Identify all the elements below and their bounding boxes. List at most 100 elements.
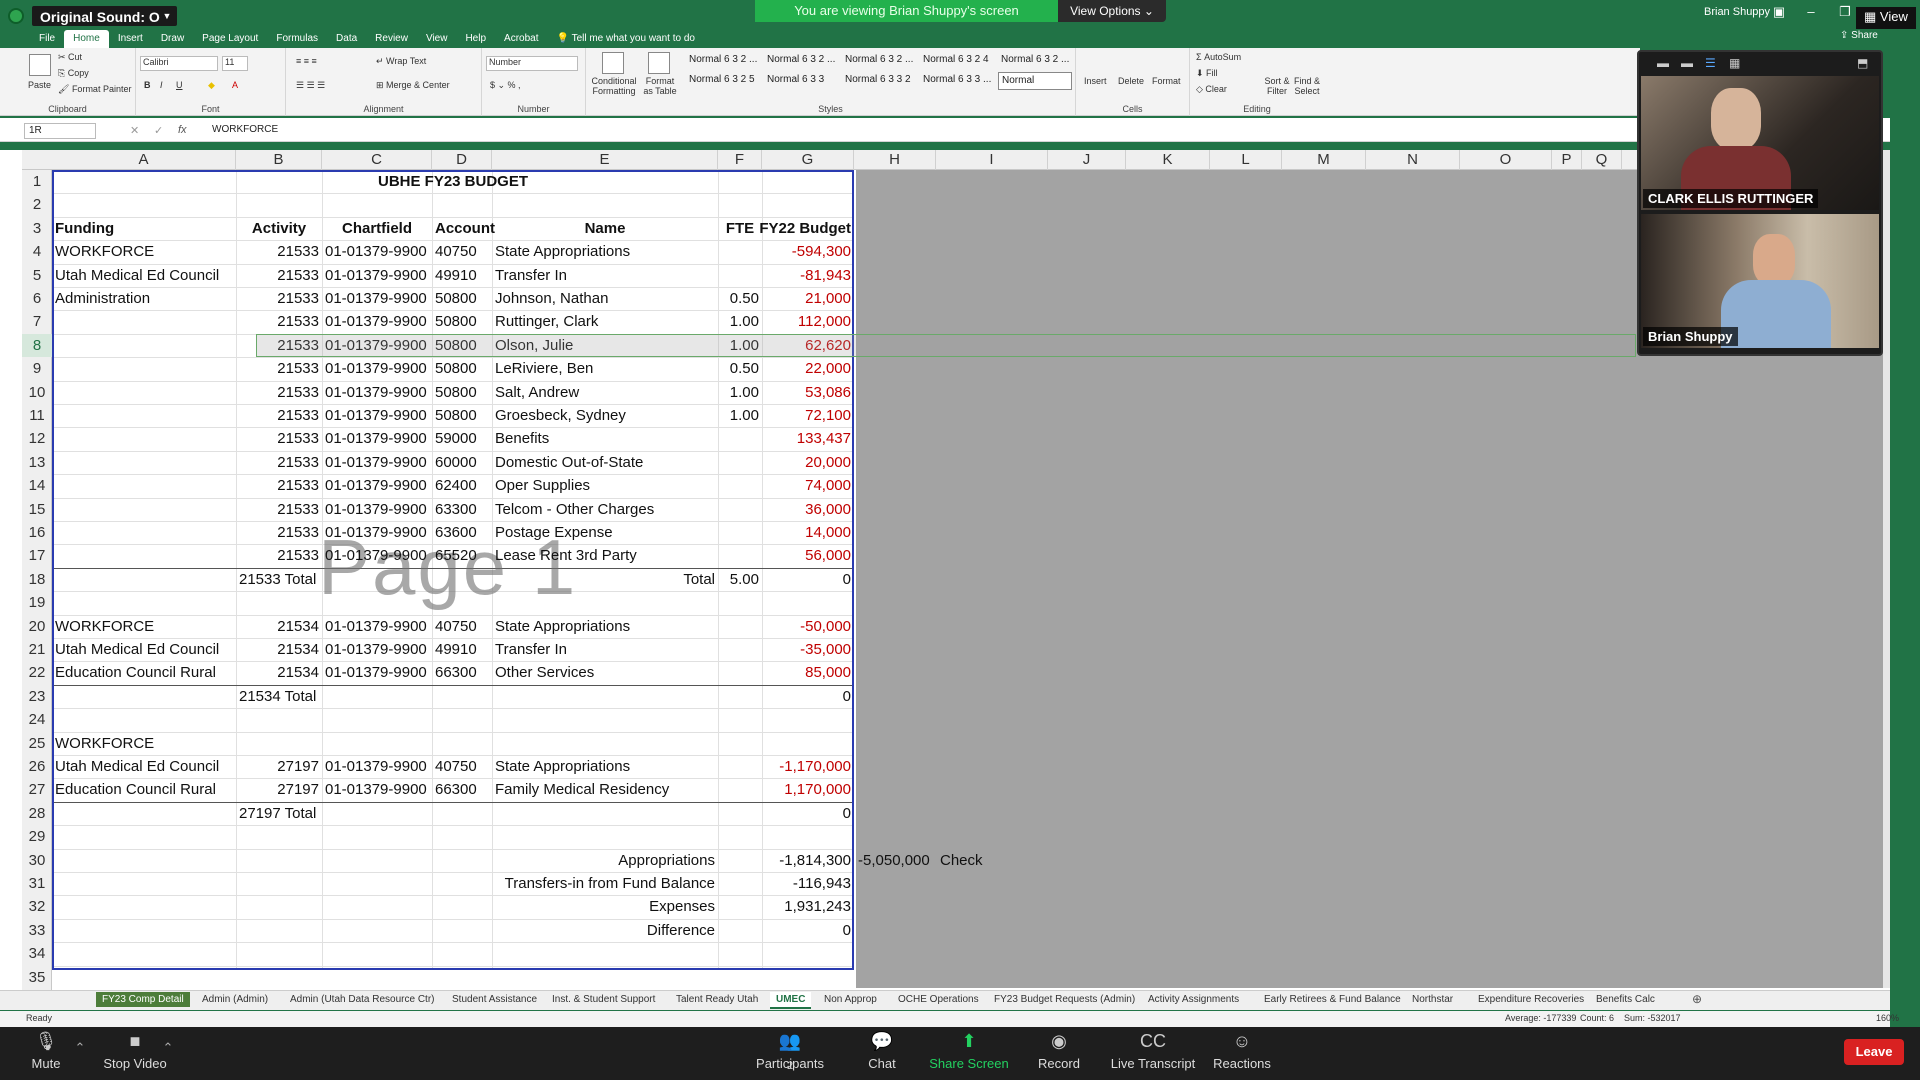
cell[interactable]: 01-01379-9900 xyxy=(325,521,429,544)
cell[interactable] xyxy=(721,521,759,544)
cell[interactable]: 01-01379-9900 xyxy=(325,638,429,661)
name-box[interactable]: 1R xyxy=(24,123,96,139)
cell[interactable]: 21533 xyxy=(239,357,319,380)
check-label[interactable] xyxy=(940,919,1000,942)
row-header[interactable]: 2 xyxy=(22,193,52,216)
cell[interactable]: 14,000 xyxy=(765,521,851,544)
sheet-tab[interactable]: Student Assistance xyxy=(446,992,543,1007)
cell[interactable]: 1.00 xyxy=(721,310,759,333)
cell[interactable] xyxy=(55,498,233,521)
column-header[interactable]: Q xyxy=(1582,150,1622,170)
row-header[interactable]: 26 xyxy=(22,755,52,778)
cell[interactable]: WORKFORCE xyxy=(55,732,233,755)
view-options-button[interactable]: View Options ⌄ xyxy=(1058,0,1166,22)
cell[interactable]: 01-01379-9900 xyxy=(325,310,429,333)
sheet-tab[interactable]: OCHE Operations xyxy=(892,992,985,1007)
tab-insert[interactable]: Insert xyxy=(109,30,152,48)
chevron-down-icon[interactable]: ▼ xyxy=(160,6,174,26)
row-header[interactable]: 24 xyxy=(22,708,52,731)
cell[interactable]: 21534 xyxy=(239,661,319,684)
cell[interactable]: 59000 xyxy=(435,427,489,450)
check-label[interactable] xyxy=(940,872,1000,895)
autosum-button[interactable]: Σ AutoSum xyxy=(1196,52,1241,62)
cell[interactable]: Utah Medical Ed Council xyxy=(55,264,233,287)
cell[interactable]: 40750 xyxy=(435,615,489,638)
row-header[interactable]: 22 xyxy=(22,661,52,684)
cell[interactable]: Salt, Andrew xyxy=(495,381,715,404)
cell[interactable] xyxy=(495,802,715,825)
cell[interactable]: 63600 xyxy=(435,521,489,544)
style-cell[interactable]: Normal 6 3 2 ... xyxy=(842,52,916,70)
cell[interactable]: 21533 xyxy=(239,521,319,544)
cell[interactable]: 63300 xyxy=(435,498,489,521)
cell[interactable] xyxy=(721,778,759,801)
tab-home[interactable]: Home xyxy=(64,30,109,48)
cell[interactable]: 21,000 xyxy=(765,287,851,310)
cell[interactable] xyxy=(721,661,759,684)
row-header[interactable]: 31 xyxy=(22,872,52,895)
audio-options-chevron-icon[interactable]: ⌃ xyxy=(72,1040,88,1056)
cell[interactable]: 21533 xyxy=(239,498,319,521)
column-header[interactable]: H xyxy=(854,150,936,170)
sheet-tab[interactable]: Benefits Calc xyxy=(1590,992,1661,1007)
cell[interactable]: 62400 xyxy=(435,474,489,497)
tab-formulas[interactable]: Formulas xyxy=(267,30,327,48)
record-button[interactable]: ◉ Record xyxy=(1036,1030,1082,1071)
column-header[interactable]: O xyxy=(1460,150,1552,170)
column-header[interactable]: P xyxy=(1552,150,1582,170)
cell[interactable]: 66300 xyxy=(435,778,489,801)
clear-button[interactable]: ◇ Clear xyxy=(1196,84,1227,95)
row-header[interactable]: 15 xyxy=(22,498,52,521)
tab-file[interactable]: File xyxy=(30,30,64,48)
cell[interactable]: WORKFORCE xyxy=(55,615,233,638)
bold-button[interactable]: B xyxy=(144,80,151,90)
cell[interactable]: State Appropriations xyxy=(495,615,715,638)
column-header[interactable]: K xyxy=(1126,150,1210,170)
cell[interactable] xyxy=(55,404,233,427)
row-header[interactable]: 6 xyxy=(22,287,52,310)
cell[interactable]: 01-01379-9900 xyxy=(325,240,429,263)
fill-color-icon[interactable]: ◆ xyxy=(208,80,215,91)
style-cell[interactable]: Normal 6 3 3 ... xyxy=(920,72,994,90)
cell[interactable]: 01-01379-9900 xyxy=(325,544,429,567)
formula-input[interactable]: WORKFORCE xyxy=(212,124,278,135)
participant-video[interactable]: CLARK ELLIS RUTTINGER xyxy=(1641,76,1879,210)
row-header[interactable]: 4 xyxy=(22,240,52,263)
format-cells-button[interactable]: Format xyxy=(1152,76,1181,86)
vertical-scrollbar[interactable] xyxy=(1883,150,1890,988)
cell[interactable]: 40750 xyxy=(435,755,489,778)
cell[interactable]: 60000 xyxy=(435,451,489,474)
delete-cells-button[interactable]: Delete xyxy=(1118,76,1144,86)
cell[interactable] xyxy=(721,544,759,567)
style-cell[interactable]: Normal 6 3 2 4 xyxy=(920,52,994,70)
cell[interactable] xyxy=(721,638,759,661)
cell[interactable]: 50800 xyxy=(435,404,489,427)
conditional-formatting-button[interactable]: Conditional Formatting xyxy=(588,76,640,96)
cell[interactable]: -1,814,300 xyxy=(765,849,851,872)
cell[interactable] xyxy=(55,427,233,450)
cell[interactable]: Administration xyxy=(55,287,233,310)
row-header[interactable]: 5 xyxy=(22,264,52,287)
row-header[interactable]: 3 xyxy=(22,217,52,240)
cell[interactable] xyxy=(721,474,759,497)
gallery-view-icon[interactable]: ▦ xyxy=(1729,56,1740,76)
cell[interactable]: 1,931,243 xyxy=(765,895,851,918)
column-header[interactable]: J xyxy=(1048,150,1126,170)
cell[interactable]: Funding xyxy=(55,217,233,240)
zoom-view-button[interactable]: ▦ View xyxy=(1856,7,1916,29)
cell[interactable]: Account xyxy=(435,217,495,240)
align-top-icon[interactable]: ≡ ≡ ≡ xyxy=(296,56,317,66)
cell[interactable]: 20,000 xyxy=(765,451,851,474)
row-header[interactable]: 25 xyxy=(22,732,52,755)
cell[interactable]: LeRiviere, Ben xyxy=(495,357,715,380)
cell[interactable]: 74,000 xyxy=(765,474,851,497)
ribbon-display-icon[interactable]: ▣ xyxy=(1768,4,1790,20)
find-select-button[interactable]: Find & Select xyxy=(1292,76,1322,96)
column-header[interactable]: L xyxy=(1210,150,1282,170)
align-left-icon[interactable]: ☰ ☰ ☰ xyxy=(296,80,325,91)
row-header[interactable]: 8 xyxy=(22,333,52,358)
cell[interactable]: -50,000 xyxy=(765,615,851,638)
cell[interactable] xyxy=(495,732,715,755)
cell[interactable]: Utah Medical Ed Council xyxy=(55,755,233,778)
cell[interactable]: FY22 Budget xyxy=(759,217,851,240)
